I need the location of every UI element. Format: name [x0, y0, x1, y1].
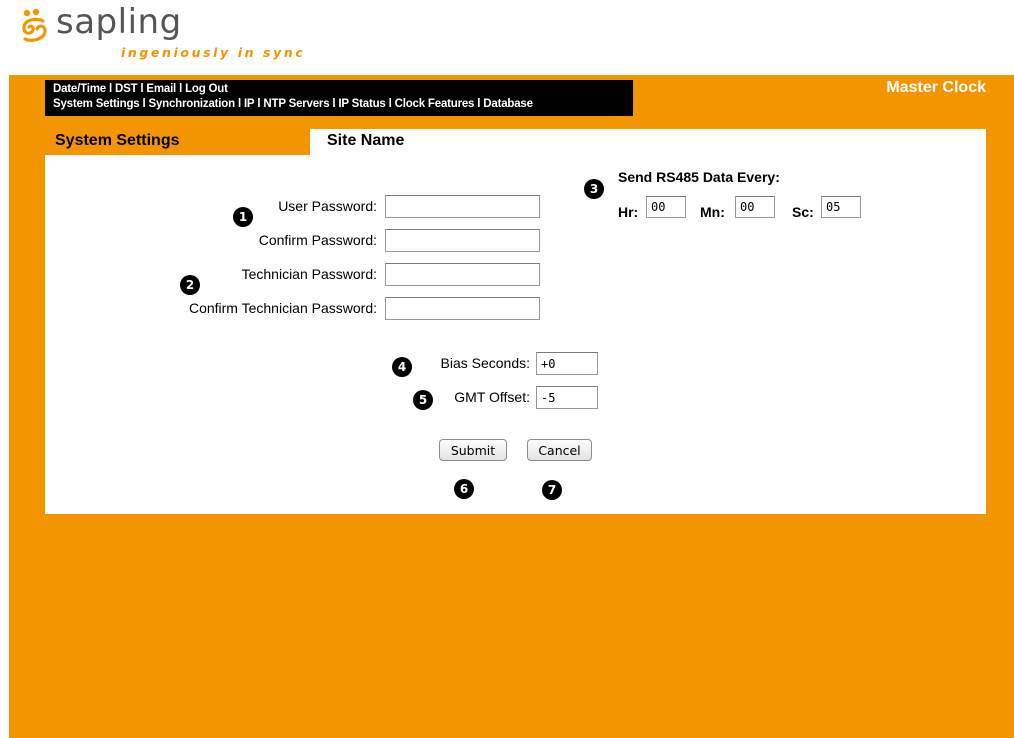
- marker-5: 5: [413, 390, 433, 410]
- nav-separator: l: [108, 83, 112, 95]
- tab-system-settings: System Settings: [45, 128, 310, 155]
- gmt-offset-label: GMT Offset:: [454, 389, 530, 405]
- nav-separator: l: [237, 98, 241, 110]
- rs485-title: Send RS485 Data Every:: [618, 169, 780, 185]
- nav-link-clock-features[interactable]: Clock Features: [395, 98, 475, 110]
- nav-row-primary: Date/Time l DST l Email l Log Out: [53, 83, 228, 96]
- rs485-hours-input[interactable]: [646, 196, 686, 218]
- nav-link-dst[interactable]: DST: [115, 83, 138, 95]
- nav-link-database[interactable]: Database: [483, 98, 533, 110]
- top-navigation: Date/Time l DST l Email l Log Out System Setti…: [45, 80, 633, 116]
- technician-password-input[interactable]: [385, 263, 540, 286]
- section-header-bar: [310, 129, 986, 155]
- nav-link-synchronization[interactable]: Synchronization: [148, 98, 235, 110]
- rs485-minutes-label: Mn:: [700, 204, 725, 220]
- rs485-seconds-label: Sc:: [792, 204, 814, 220]
- rs485-seconds-input[interactable]: [821, 196, 861, 218]
- nav-link-system-settings[interactable]: System Settings: [53, 98, 140, 110]
- nav-separator: l: [477, 98, 481, 110]
- confirm-password-input[interactable]: [385, 229, 540, 252]
- rs485-minutes-input[interactable]: [735, 196, 775, 218]
- marker-3: 3: [584, 179, 604, 199]
- marker-2: 2: [180, 275, 200, 295]
- nav-link-ip-status[interactable]: IP Status: [338, 98, 385, 110]
- user-password-input[interactable]: [385, 195, 540, 218]
- master-clock-title: Master Clock: [886, 79, 986, 96]
- marker-7: 7: [542, 480, 562, 500]
- gmt-offset-input[interactable]: [536, 386, 598, 409]
- nav-link-date-time[interactable]: Date/Time: [53, 83, 106, 95]
- sapling-logo: sapling ingeniously in sync: [0, 0, 400, 70]
- nav-link-email[interactable]: Email: [146, 83, 176, 95]
- sapling-swirl-logo-icon: [22, 9, 47, 42]
- section-title: Site Name: [327, 132, 405, 149]
- user-password-label: User Password:: [278, 198, 377, 214]
- cancel-button[interactable]: Cancel: [527, 439, 592, 461]
- nav-link-ntp-servers[interactable]: NTP Servers: [263, 98, 329, 110]
- marker-1: 1: [233, 207, 253, 227]
- settings-panel: [45, 129, 986, 514]
- bias-seconds-label: Bias Seconds:: [440, 355, 531, 371]
- nav-separator: l: [388, 98, 392, 110]
- marker-4: 4: [392, 357, 412, 377]
- nav-link-log-out[interactable]: Log Out: [185, 83, 228, 95]
- nav-link-ip[interactable]: IP: [244, 98, 255, 110]
- confirm-technician-password-label: Confirm Technician Password:: [188, 300, 377, 316]
- confirm-password-label: Confirm Password:: [258, 232, 377, 248]
- confirm-technician-password-input[interactable]: [385, 297, 540, 320]
- submit-button[interactable]: Submit: [439, 439, 507, 461]
- marker-6: 6: [454, 479, 474, 499]
- nav-row-secondary: System Settings l Synchronization l IP l NTP S…: [53, 98, 533, 111]
- nav-separator: l: [179, 83, 183, 95]
- rs485-hours-label: Hr:: [618, 204, 639, 220]
- logo-wordmark: sapling: [56, 2, 182, 42]
- bias-seconds-input[interactable]: [536, 352, 598, 375]
- logo-tagline: ingeniously in sync: [121, 45, 306, 60]
